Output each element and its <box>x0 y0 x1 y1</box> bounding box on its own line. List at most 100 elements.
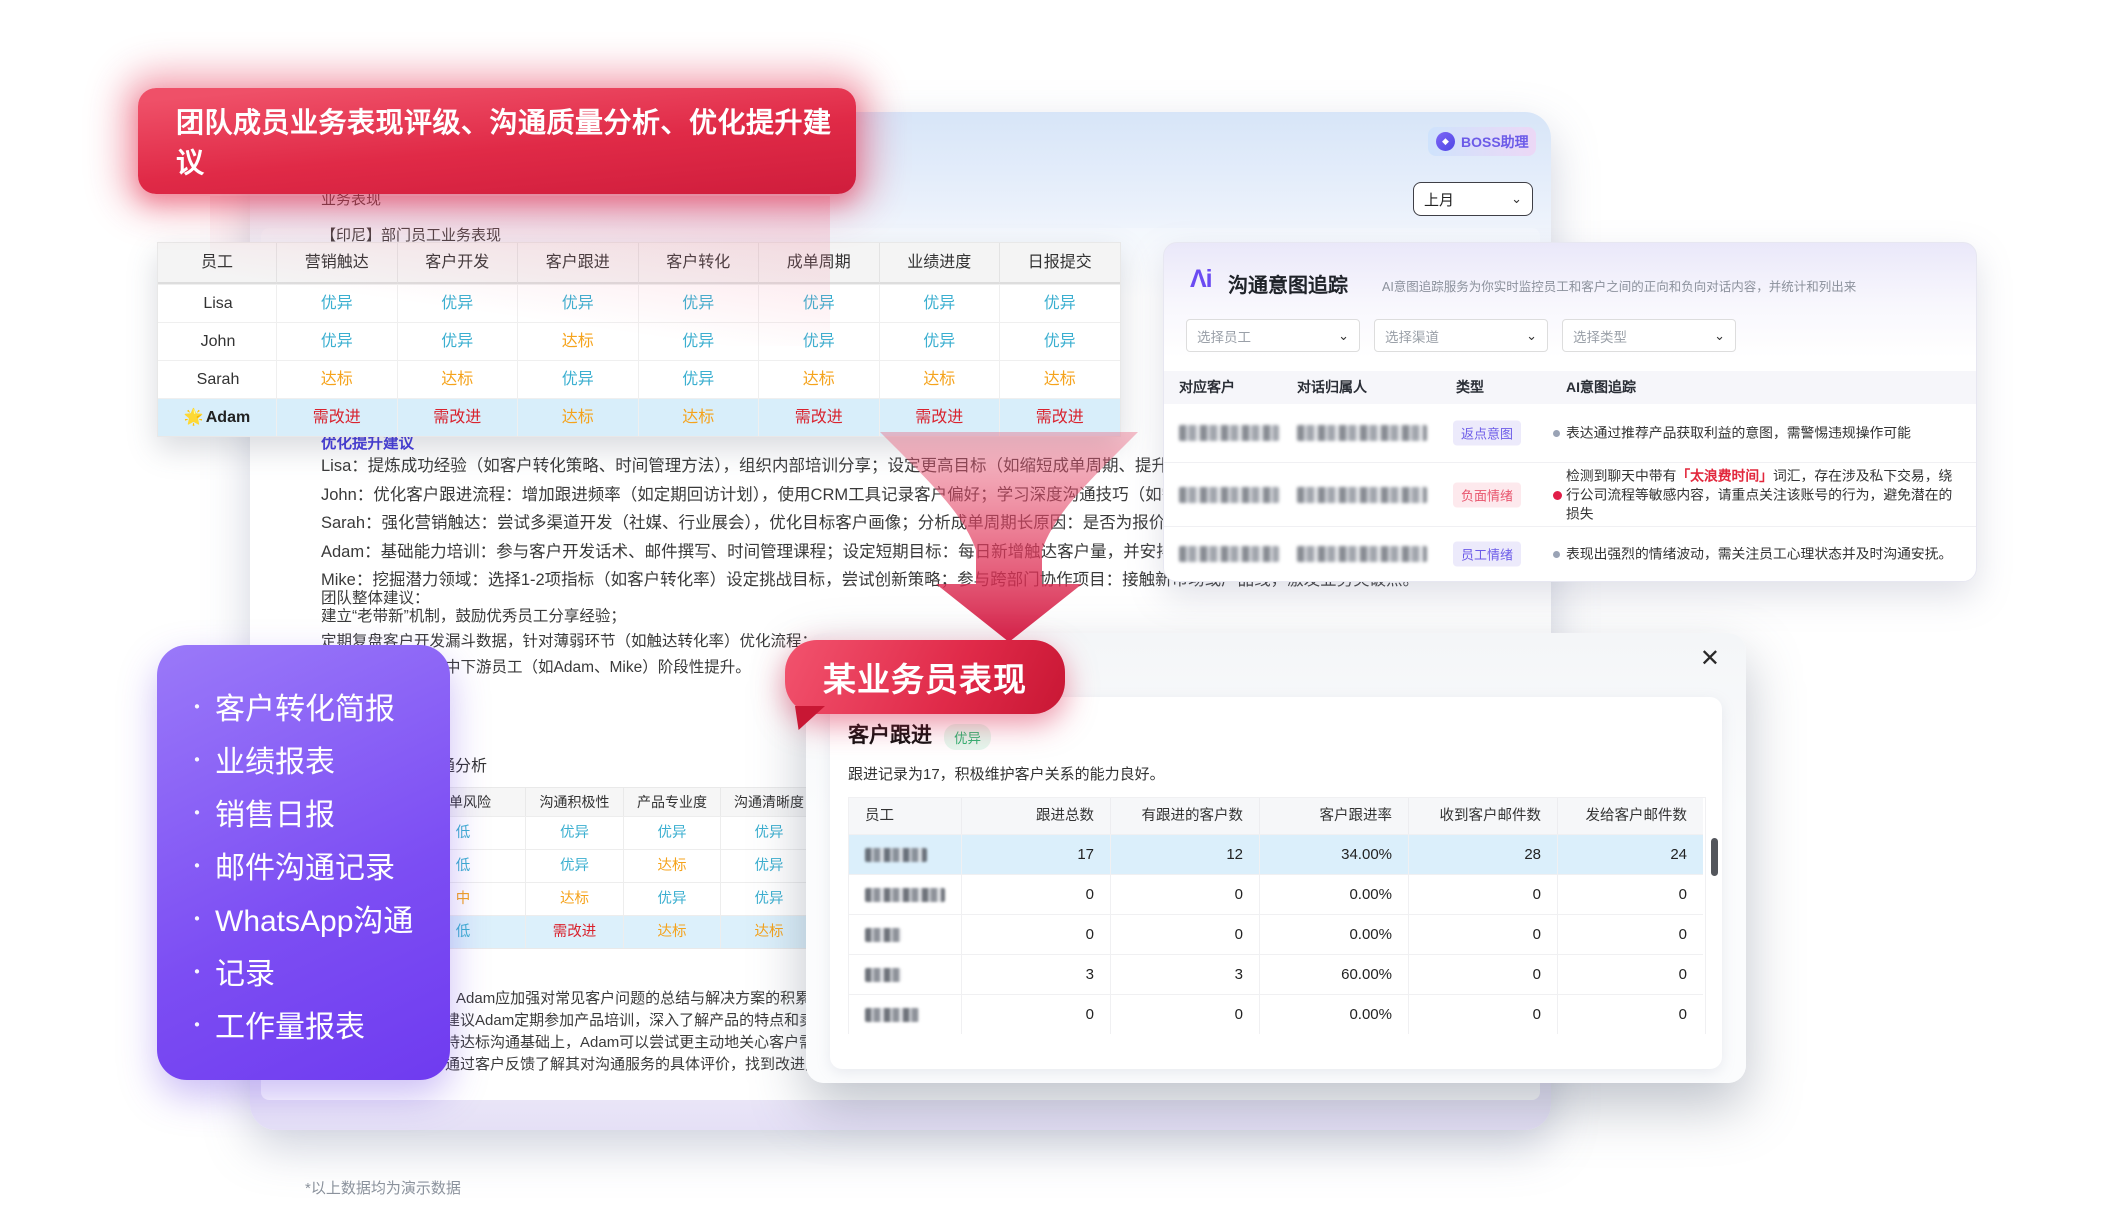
team-suggestion-line-cut: 中下游员工（如Adam、Mike）阶段性提升。 <box>445 655 751 677</box>
cell-followup-rate: 60.00% <box>1259 954 1408 994</box>
blurred-customer-name <box>1179 487 1279 503</box>
cell-followup-rate: 0.00% <box>1259 994 1408 1034</box>
cell-followup-rate: 0.00% <box>1259 874 1408 914</box>
intent-type-badge: 返点意图 <box>1453 421 1521 446</box>
cell-total-followups: 3 <box>961 954 1110 994</box>
report-list-item[interactable]: ・ 销售日报 <box>187 785 450 838</box>
report-list-item[interactable]: ・ 业绩报表 <box>187 732 450 785</box>
close-icon[interactable]: ✕ <box>1700 647 1720 671</box>
report-list-item[interactable]: ・ 工作量报表 <box>187 997 450 1050</box>
cell-customers-followed: 12 <box>1110 834 1259 874</box>
report-list: ・ 客户转化简报 ・ 业绩报表 ・ 销售日报 ・ 邮件沟通记录 ・ WhatsA… <box>187 679 450 1050</box>
intent-note: 检测到聊天中带有「太浪费时间」词汇，存在涉及私下交易，绕行公司流程等敏感内容，请… <box>1566 466 1962 523</box>
table-row: 0 0 0.00% 0 0 <box>849 874 1705 914</box>
table-row: 低 优异 优异 优异 <box>401 816 818 849</box>
bullet-icon: ・ <box>187 744 207 773</box>
rating-col-header: 客户转化 <box>638 243 759 284</box>
ai-intent-panel: Λi 沟通意图追踪 AI意图追踪服务为你实时监控员工和客户之间的正向和负向对话内… <box>1163 242 1977 582</box>
follow-up-table: 员工跟进总数有跟进的客户数客户跟进率收到客户邮件数发给客户邮件数 17 12 3… <box>848 797 1706 1034</box>
rating-col-header: 成单周期 <box>758 243 879 284</box>
ai-panel-title: 沟通意图追踪 <box>1228 269 1348 298</box>
status-dot-icon <box>1553 551 1560 558</box>
report-item-label: 邮件沟通记录 <box>215 843 395 887</box>
cell-emails-received: 0 <box>1408 914 1557 954</box>
chevron-down-icon: ⌄ <box>1511 191 1522 207</box>
report-list-callout: ・ 客户转化简报 ・ 业绩报表 ・ 销售日报 ・ 邮件沟通记录 ・ WhatsA… <box>157 645 450 1080</box>
demo-data-note: *以上数据均为演示数据 <box>305 1177 461 1198</box>
funnel-arrow-decoration <box>880 432 1138 644</box>
filter-select[interactable]: 选择员工 ⌄ <box>1186 319 1360 352</box>
analysis-header-row: 飞单风险沟通积极性产品专业度沟通清晰度 <box>401 788 818 816</box>
cell-total-followups: 0 <box>961 874 1110 914</box>
intent-type-badge: 员工情绪 <box>1453 541 1521 566</box>
report-list-item[interactable]: ・ WhatsApp沟通 <box>187 891 450 944</box>
ai-table-header: 对应客户 对话归属人 类型 AI意图追踪 <box>1164 371 1976 404</box>
blurred-customer-name <box>1179 546 1279 562</box>
ai-table-body: 返点意图 表达通过推荐产品获取利益的意图，需警惕违规操作可能 负面情绪 检测到聊… <box>1164 404 1976 580</box>
bullet-icon: ・ <box>187 797 207 826</box>
report-list-item[interactable]: ・ 邮件沟通记录 <box>187 838 450 891</box>
employee-rating-table: 员工营销触达客户开发客户跟进客户转化成单周期业绩进度日报提交 Lisa 优异 优… <box>157 242 1121 437</box>
period-value: 上月 <box>1424 189 1454 210</box>
team-suggestion-line: 建立“老带新”机制，鼓励优秀员工分享经验； <box>321 604 817 629</box>
bullet-icon: ・ <box>187 691 207 720</box>
cell-customers-followed: 0 <box>1110 994 1259 1034</box>
filter-placeholder: 选择员工 <box>1197 326 1251 346</box>
rating-col-header: 业绩进度 <box>879 243 1000 284</box>
report-list-item[interactable]: ・ 客户转化简报 <box>187 679 450 732</box>
intent-note: 表现出强烈的情绪波动，需关注员工心理状态并及时沟通安抚。 <box>1566 544 1962 563</box>
follow-up-col-header: 有跟进的客户数 <box>1110 798 1259 834</box>
bullet-icon: ・ <box>187 956 207 985</box>
filter-select[interactable]: 选择类型 ⌄ <box>1562 319 1736 352</box>
filter-placeholder: 选择类型 <box>1573 326 1627 346</box>
cell-total-followups: 17 <box>961 834 1110 874</box>
filter-select[interactable]: 选择渠道 ⌄ <box>1374 319 1548 352</box>
table-row: 中 达标 优异 优异 <box>401 882 818 915</box>
blurred-customer-name <box>1179 425 1279 441</box>
cell-emails-sent: 24 <box>1557 834 1703 874</box>
table-row: 3 3 60.00% 0 0 <box>849 954 1705 994</box>
blurred-owner-name <box>1297 487 1427 503</box>
follow-up-col-header: 员工 <box>849 798 961 834</box>
follow-up-col-header: 跟进总数 <box>961 798 1110 834</box>
chevron-down-icon: ⌄ <box>1338 328 1349 344</box>
report-list-item[interactable]: ・ 记录 <box>187 944 450 997</box>
follow-up-header-row: 员工跟进总数有跟进的客户数客户跟进率收到客户邮件数发给客户邮件数 <box>849 798 1705 834</box>
report-item-label: 客户转化简报 <box>215 684 395 728</box>
cell-emails-sent: 0 <box>1557 874 1703 914</box>
table-row: 低 优异 达标 优异 <box>401 849 818 882</box>
report-item-label: 销售日报 <box>215 790 335 834</box>
table-row: 17 12 34.00% 28 24 <box>849 834 1705 874</box>
col-header-customer: 对应客户 <box>1179 371 1235 404</box>
employee-name: Sarah <box>197 371 240 388</box>
status-dot-icon <box>1553 430 1560 437</box>
blurred-owner-name <box>1297 425 1427 441</box>
report-item-label: 工作量报表 <box>215 1002 365 1046</box>
cell-followup-rate: 0.00% <box>1259 914 1408 954</box>
rating-col-header: 营销触达 <box>276 243 397 284</box>
rating-col-header: 日报提交 <box>999 243 1120 284</box>
cell-emails-received: 28 <box>1408 834 1557 874</box>
table-row: 低 需改进 达标 达标 <box>401 915 818 948</box>
ai-panel-subtitle: AI意图追踪服务为你实时监控员工和客户之间的正向和负向对话内容，并统计和列出来 <box>1382 276 1856 295</box>
intent-note: 表达通过推荐产品获取利益的意图，需警惕违规操作可能 <box>1566 424 1962 443</box>
cell-emails-sent: 0 <box>1557 994 1703 1034</box>
period-select[interactable]: 上月 ⌄ <box>1413 182 1533 216</box>
table-row: Sarah 达标 达标 优异 优异 达标 达标 达标 <box>158 360 1120 398</box>
table-row: 0 0 0.00% 0 0 <box>849 994 1705 1034</box>
table-row: 返点意图 表达通过推荐产品获取利益的意图，需警惕违规操作可能 <box>1164 404 1976 462</box>
col-header-type: 类型 <box>1456 371 1484 404</box>
table-row: John 优异 优异 达标 优异 优异 优异 优异 <box>158 322 1120 360</box>
rating-badge: 优异 <box>944 724 991 750</box>
follow-up-card: 客户跟进 优异 跟进记录为17，积极维护客户关系的能力良好。 员工跟进总数有跟进… <box>830 697 1722 1069</box>
boss-assistant-button[interactable]: ◆ BOSS助理 <box>1428 127 1536 156</box>
chevron-down-icon: ⌄ <box>1526 328 1537 344</box>
cell-emails-received: 0 <box>1408 994 1557 1034</box>
bullet-icon: ・ <box>187 850 207 879</box>
cell-emails-sent: 0 <box>1557 954 1703 994</box>
scrollbar-thumb[interactable] <box>1711 838 1718 876</box>
boss-assistant-label: BOSS助理 <box>1461 132 1529 152</box>
follow-up-body: 17 12 34.00% 28 24 0 0 0.00% 0 0 <box>849 834 1705 1034</box>
blurred-owner-name <box>1297 546 1427 562</box>
cell-customers-followed: 0 <box>1110 874 1259 914</box>
